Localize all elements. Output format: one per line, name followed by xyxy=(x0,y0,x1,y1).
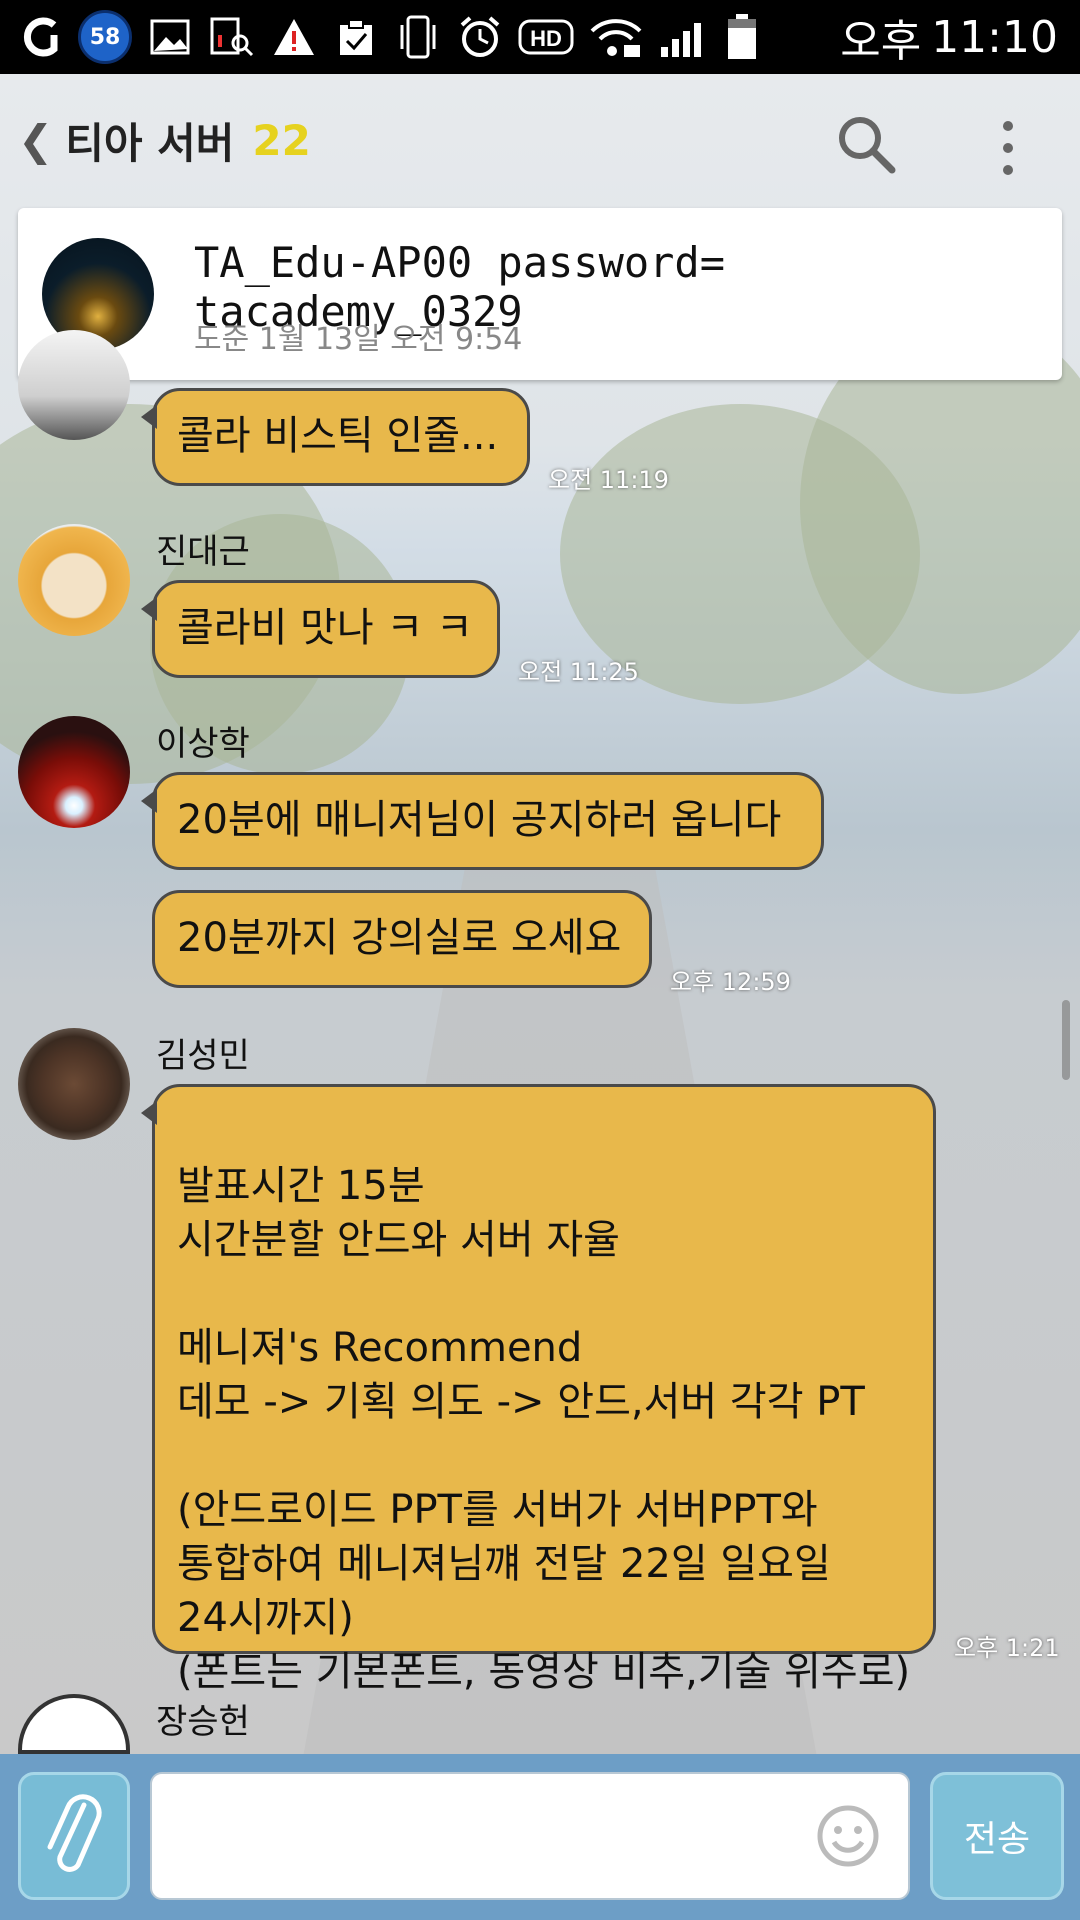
paperclip-icon xyxy=(47,1794,102,1872)
clipboard-check-icon xyxy=(332,15,380,59)
notice-meta: 도준 1월 13일 오전 9:54 xyxy=(194,322,523,357)
chat-room-title: 티아 서버 xyxy=(65,118,235,168)
sender-name: 이상학 xyxy=(156,724,250,764)
chat-header: ❮ 티아 서버 22 xyxy=(0,74,1080,206)
sender-name: 장승헌 xyxy=(156,1702,250,1742)
search-icon[interactable] xyxy=(836,114,896,174)
message-bubble[interactable]: 20분에 매니저님이 공지하러 옵니다 xyxy=(141,772,824,870)
carrier-icon xyxy=(16,15,64,59)
message-text: 발표시간 15분 시간분할 안드와 서버 자율 메니져's Recommend … xyxy=(177,1163,911,1695)
vibrate-icon xyxy=(394,15,442,59)
sender-name: 김성민 xyxy=(156,1036,250,1076)
hd-icon: HD xyxy=(518,15,574,59)
status-bar: 58 HD 오후 11:10 xyxy=(0,0,1080,74)
message-bubble[interactable]: 콜라비 맛나 ㅋ ㅋ xyxy=(141,580,500,678)
message-bubble[interactable]: 발표시간 15분 시간분할 안드와 서버 자율 메니져's Recommend … xyxy=(141,1084,936,1695)
message-time: 오후 12:59 xyxy=(670,968,791,996)
sender-name: 진대근 xyxy=(156,532,250,572)
message-text: 콜라비 맛나 ㅋ ㅋ xyxy=(177,605,473,651)
screenshot-icon xyxy=(208,15,256,59)
warning-icon xyxy=(270,15,318,59)
alarm-icon xyxy=(456,15,504,59)
message-text: 콜라 비스틱 인줄... xyxy=(177,413,499,459)
message-bubble[interactable]: 20분까지 강의실로 오세요 xyxy=(152,890,652,988)
message-time: 오전 11:19 xyxy=(548,466,669,494)
wifi-lock-icon xyxy=(588,15,644,59)
send-button[interactable]: 전송 xyxy=(930,1772,1064,1900)
notification-count-badge: 58 xyxy=(78,10,132,64)
battery-icon xyxy=(724,14,760,59)
message-bubble[interactable]: 콜라 비스틱 인줄... xyxy=(141,388,530,486)
gallery-icon xyxy=(146,15,194,59)
more-vert-icon[interactable] xyxy=(994,118,1022,178)
message-time: 오전 11:25 xyxy=(518,658,639,686)
input-bar: 전송 xyxy=(0,1754,1080,1920)
status-ampm: 오후 xyxy=(840,16,922,67)
message-text: 20분에 매니저님이 공지하러 옵니다 xyxy=(177,797,782,843)
message-input[interactable] xyxy=(150,1772,910,1900)
avatar[interactable] xyxy=(18,330,130,440)
pinned-notice[interactable]: TA_Edu-AP00 password= tacademy_0329 도준 1… xyxy=(18,208,1062,380)
avatar[interactable] xyxy=(18,716,130,828)
scrollbar[interactable] xyxy=(1062,1000,1070,1080)
avatar[interactable] xyxy=(18,524,130,636)
svg-text:HD: HD xyxy=(530,26,562,51)
avatar[interactable] xyxy=(18,1028,130,1140)
member-count: 22 xyxy=(252,115,311,165)
signal-icon xyxy=(658,15,710,59)
attach-button[interactable] xyxy=(18,1772,130,1900)
back-chevron-icon[interactable]: ❮ xyxy=(18,116,53,165)
emoticon-icon[interactable] xyxy=(816,1804,880,1868)
message-time: 오후 1:21 xyxy=(954,1634,1060,1662)
status-time: 11:10 xyxy=(931,11,1058,63)
message-text: 20분까지 강의실로 오세요 xyxy=(177,915,622,961)
